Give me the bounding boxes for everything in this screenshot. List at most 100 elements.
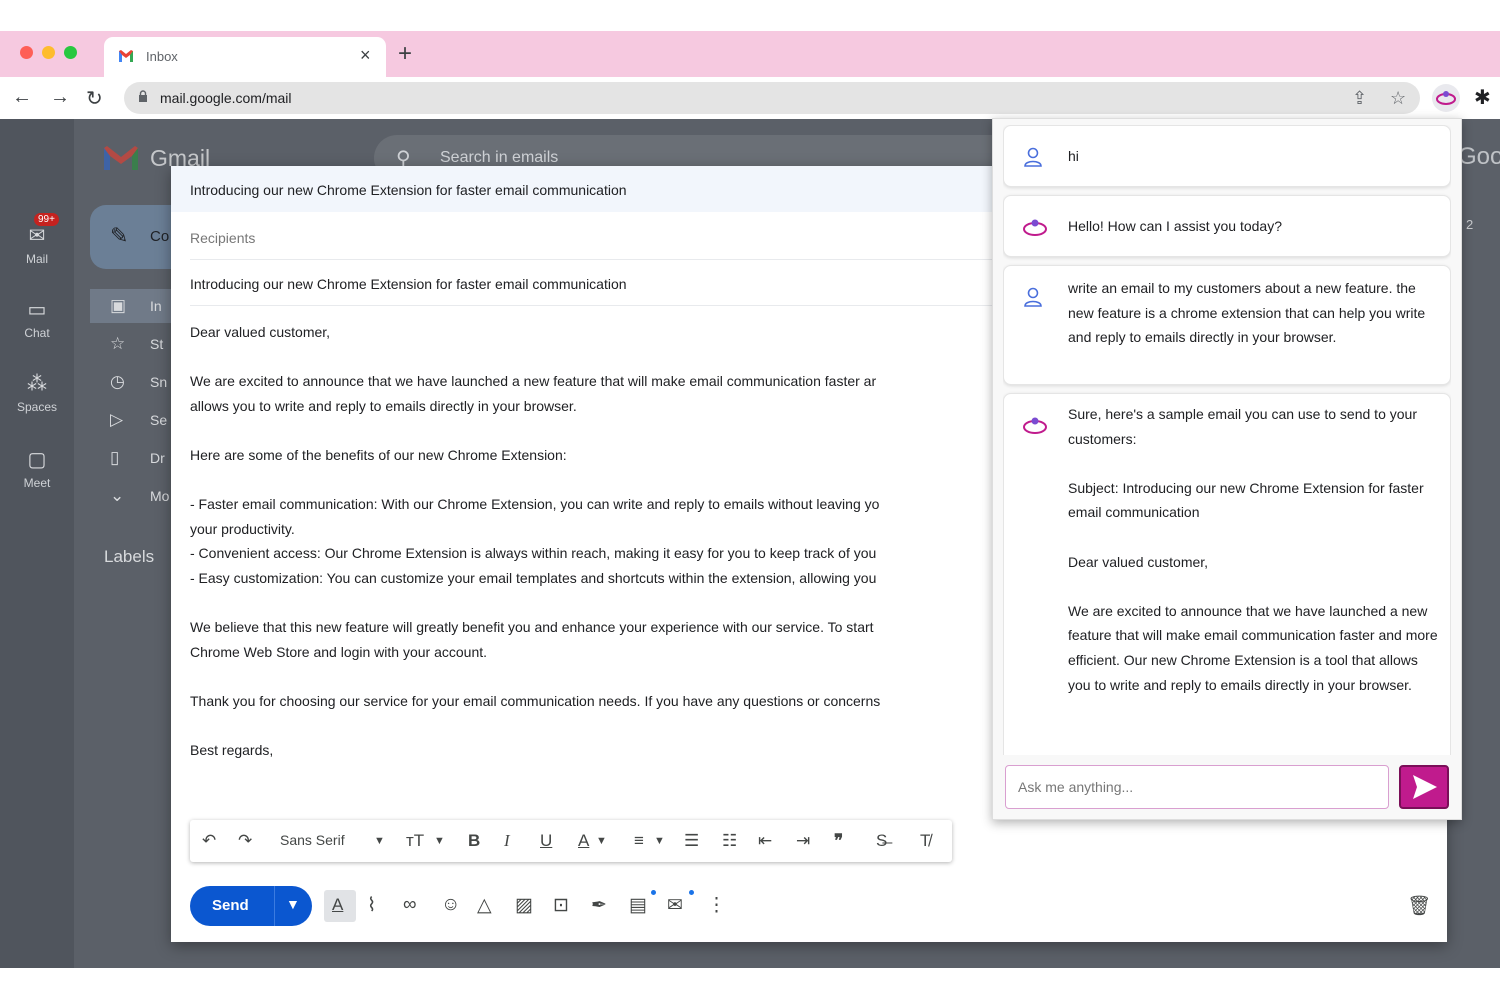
remove-formatting-icon[interactable]: T̸ xyxy=(920,831,930,851)
align-icon[interactable]: ≡ xyxy=(634,831,644,851)
star-icon: ☆ xyxy=(110,334,126,353)
meet-icon: ▢ xyxy=(27,449,47,471)
more-options-icon[interactable]: ⋮ xyxy=(707,894,726,917)
share-icon[interactable]: ⇪ xyxy=(1352,88,1367,109)
formatting-toolbar: ↶ ↷ Sans Serif ▼ тT ▼ B I U A ▼ ≡ ▼ ☰ ☷ … xyxy=(190,820,952,862)
page-count: 2 xyxy=(1466,217,1474,232)
tab-close-icon[interactable]: × xyxy=(360,45,371,66)
rail-label: Spaces xyxy=(16,400,58,414)
numbered-list-icon[interactable]: ☰ xyxy=(684,831,699,851)
text-color-icon[interactable]: A xyxy=(578,831,589,851)
rail-item-chat[interactable]: ▭ Chat xyxy=(0,297,74,340)
rail-item-spaces[interactable]: ⁂ Spaces xyxy=(0,371,74,414)
size-dropdown-caret-icon[interactable]: ▼ xyxy=(434,835,445,847)
subject-text: Introducing our new Chrome Extension for… xyxy=(190,276,627,292)
font-family-select[interactable]: Sans Serif xyxy=(280,832,345,848)
assistant-popup: hi Hello! How can I assist you today? wr… xyxy=(992,118,1462,820)
text-size-icon[interactable]: тT xyxy=(406,831,424,851)
window-zoom-button[interactable] xyxy=(64,46,77,59)
nav-label: Se xyxy=(150,412,168,428)
rail-label: Meet xyxy=(23,476,51,490)
back-arrow-icon[interactable]: ← xyxy=(12,86,32,109)
recipients-placeholder: Recipients xyxy=(190,230,256,246)
lock-icon xyxy=(139,90,147,102)
pencil-icon: ✎ xyxy=(110,223,129,248)
bookmark-star-icon[interactable]: ☆ xyxy=(1390,88,1406,109)
labels-heading: Labels xyxy=(104,547,155,566)
reload-icon[interactable]: ↻ xyxy=(86,86,103,111)
chat-message-user: hi xyxy=(1003,125,1451,187)
assistant-prompt-input[interactable] xyxy=(1005,765,1389,809)
forward-arrow-icon[interactable]: → xyxy=(50,86,70,109)
drive-icon[interactable]: △ xyxy=(477,894,492,917)
assistant-send-button[interactable] xyxy=(1399,765,1449,809)
browser-tab-inbox[interactable]: Inbox × xyxy=(104,37,386,77)
template-mail-icon[interactable]: ✉ xyxy=(667,894,683,917)
address-bar[interactable]: mail.google.com/mail ⇪ ☆ xyxy=(124,82,1420,114)
layouts-icon[interactable]: ▤ xyxy=(629,894,647,917)
insert-link-icon[interactable]: ∞ xyxy=(403,894,417,916)
send-icon: ▷ xyxy=(110,410,124,429)
chat-message-user: write an email to my customers about a n… xyxy=(1003,265,1451,385)
signature-pen-icon[interactable]: ✒ xyxy=(591,894,607,917)
chat-icon: ▭ xyxy=(27,299,47,321)
inbox-icon: ▣ xyxy=(110,296,127,315)
nav-label: St xyxy=(150,336,164,352)
emoji-icon[interactable]: ☺ xyxy=(441,894,460,916)
schedule-send-caret-icon[interactable]: ▼ xyxy=(286,896,300,912)
strikethrough-icon[interactable]: S̶ xyxy=(876,831,887,851)
extensions-puzzle-icon[interactable]: ✱ xyxy=(1474,85,1491,110)
window-close-button[interactable] xyxy=(20,46,33,59)
unread-badge: 99+ xyxy=(34,213,59,226)
discard-draft-trash-icon[interactable]: 🗑 xyxy=(1407,894,1431,918)
rail-item-mail[interactable]: ✉ Mail xyxy=(0,223,74,266)
send-arrow-icon xyxy=(1413,775,1437,799)
compose-header-title: Introducing our new Chrome Extension for… xyxy=(190,182,627,198)
gmail-favicon-icon xyxy=(119,50,133,62)
user-icon xyxy=(1024,147,1042,167)
formatting-options-icon: A xyxy=(332,895,344,914)
insert-photo-icon[interactable]: ▨ xyxy=(515,894,533,917)
spaces-icon: ⁂ xyxy=(27,373,47,395)
nav-label: Sn xyxy=(150,374,168,390)
font-dropdown-caret-icon[interactable]: ▼ xyxy=(374,835,385,847)
undo-icon[interactable]: ↶ xyxy=(202,831,216,851)
new-feature-dot xyxy=(689,890,694,895)
send-button-group: Send ▼ xyxy=(190,886,312,926)
new-feature-dot xyxy=(651,890,656,895)
italic-icon[interactable]: I xyxy=(504,831,510,851)
chat-message-assistant: Sure, here's a sample email you can use … xyxy=(1003,393,1451,755)
message-body[interactable]: Dear valued customer, We are excited to … xyxy=(190,320,1010,763)
redo-icon[interactable]: ↷ xyxy=(238,831,252,851)
indent-less-icon[interactable]: ⇤ xyxy=(758,831,772,851)
nav-label: Mo xyxy=(150,488,170,504)
confidential-mode-icon[interactable]: ⊡ xyxy=(553,894,569,917)
nav-label: Dr xyxy=(150,450,165,466)
rail-item-meet[interactable]: ▢ Meet xyxy=(0,447,74,490)
bold-icon[interactable]: B xyxy=(468,831,480,851)
align-dropdown-caret-icon[interactable]: ▼ xyxy=(654,835,665,847)
underline-icon[interactable]: U xyxy=(540,831,552,851)
send-button[interactable]: Send xyxy=(212,897,249,914)
app-rail: ✉ Mail ▭ Chat ⁂ Spaces ▢ Meet 99+ xyxy=(0,119,74,968)
new-tab-button[interactable]: + xyxy=(398,40,412,68)
window-minimize-button[interactable] xyxy=(42,46,55,59)
clock-icon: ◷ xyxy=(110,372,125,391)
color-dropdown-caret-icon[interactable]: ▼ xyxy=(596,835,607,847)
attach-file-icon[interactable]: ⌇ xyxy=(367,894,376,917)
nav-label: In xyxy=(150,298,162,314)
formatting-toggle-button[interactable]: A xyxy=(324,890,356,922)
chat-message-assistant: Hello! How can I assist you today? xyxy=(1003,195,1451,257)
assistant-logo-icon xyxy=(1023,219,1047,236)
rail-label: Chat xyxy=(24,326,50,340)
search-placeholder: Search in emails xyxy=(440,149,559,166)
assistant-extension-button[interactable] xyxy=(1432,84,1460,112)
google-logo-fragment: Goo xyxy=(1458,143,1500,170)
indent-more-icon[interactable]: ⇥ xyxy=(796,831,810,851)
user-icon xyxy=(1024,287,1042,307)
tab-title: Inbox xyxy=(146,49,178,64)
quote-icon[interactable]: ❞ xyxy=(834,831,843,851)
assistant-logo-icon xyxy=(1023,417,1047,434)
bulleted-list-icon[interactable]: ☷ xyxy=(722,831,737,851)
compose-button-label: Co xyxy=(150,228,170,245)
